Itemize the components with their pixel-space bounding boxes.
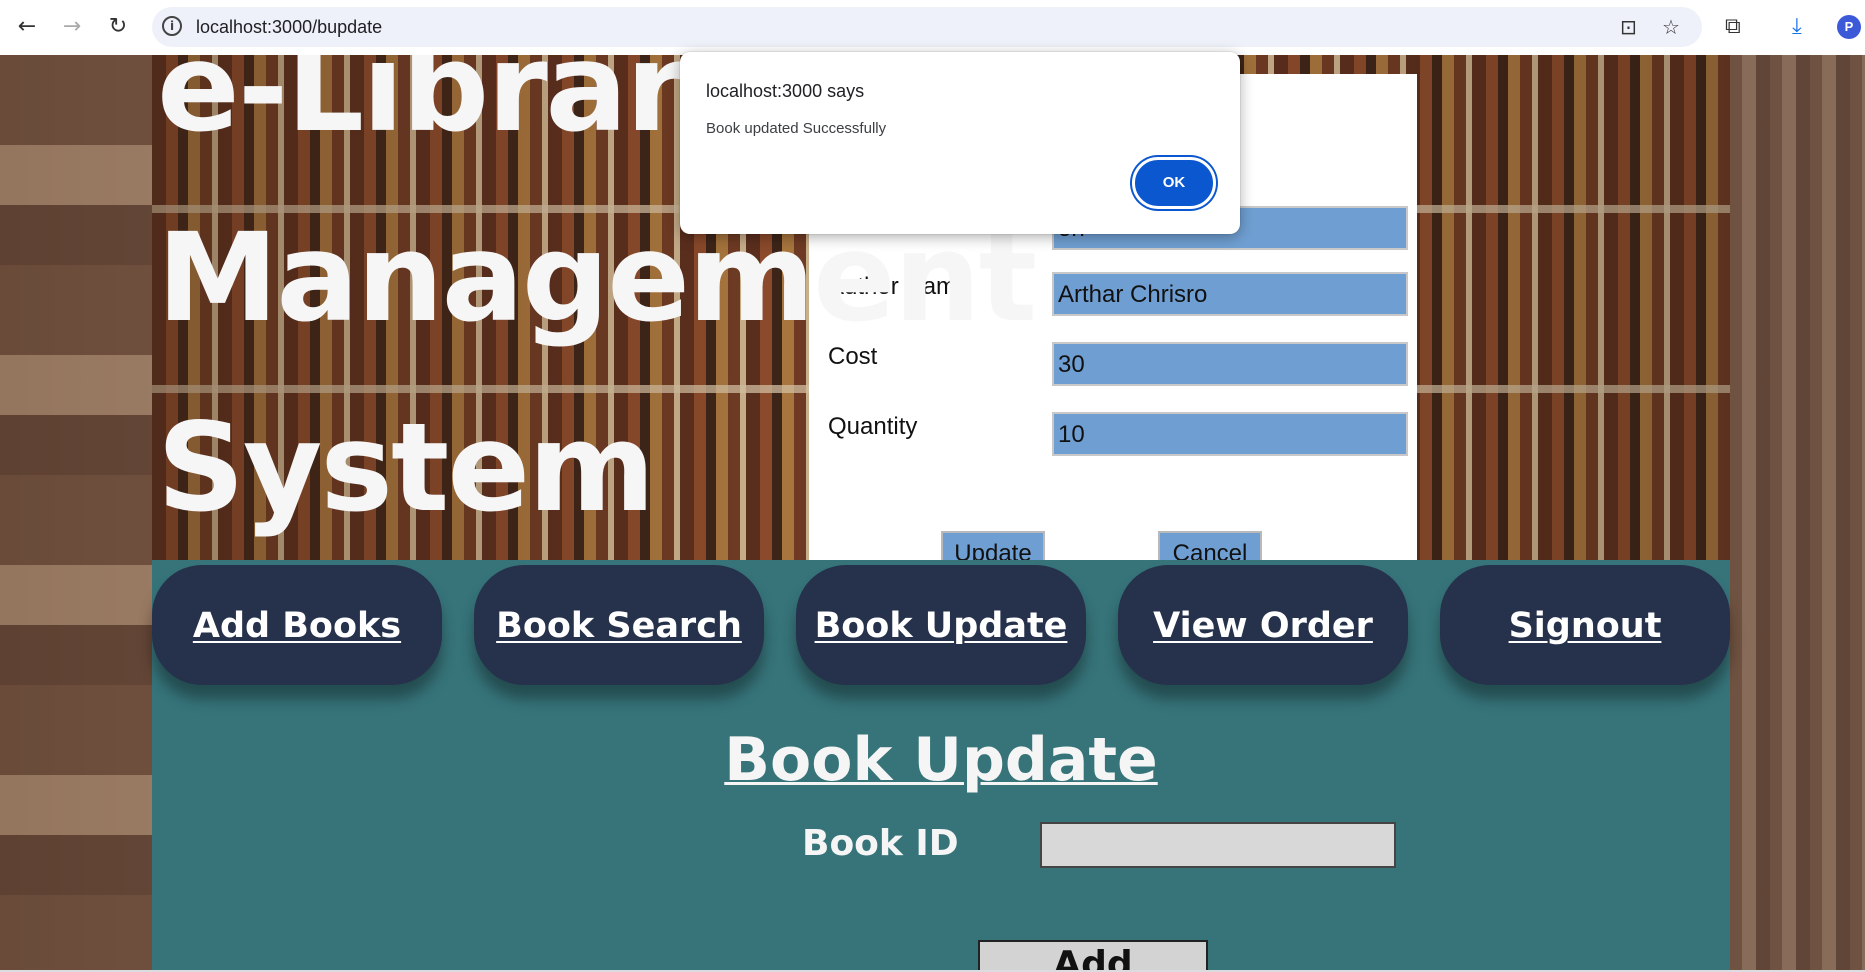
- nav-book-search[interactable]: Book Search: [474, 565, 764, 685]
- nav-view-order[interactable]: View Order: [1118, 565, 1408, 685]
- dialog-title: localhost:3000 says: [706, 81, 865, 101]
- extensions-icon[interactable]: ⧉: [1725, 12, 1741, 42]
- background-library-left: [0, 55, 152, 970]
- quantity-input[interactable]: [1052, 412, 1408, 456]
- forward-icon[interactable]: →: [57, 12, 87, 42]
- book-id-input[interactable]: [1040, 822, 1396, 868]
- title-line-1: e-Library: [157, 55, 763, 159]
- back-icon[interactable]: ←: [12, 12, 42, 42]
- dialog-ok-button[interactable]: OK: [1132, 157, 1216, 209]
- nav-book-update[interactable]: Book Update: [796, 565, 1086, 685]
- author-name-input[interactable]: [1052, 272, 1408, 316]
- nav-signout[interactable]: Signout: [1440, 565, 1730, 685]
- book-id-label: Book ID: [802, 823, 959, 864]
- browser-toolbar: ← → ↻ i localhost:3000/bupdate ⊡ ☆ ⧉ ⤓ P: [0, 0, 1865, 55]
- add-button[interactable]: Add: [978, 940, 1208, 970]
- main-navigation: Add Books Book Search Book Update View O…: [152, 560, 1730, 970]
- title-line-3: System: [157, 397, 655, 539]
- background-library-right: [1730, 55, 1865, 970]
- bookmark-star-icon[interactable]: ☆: [1662, 15, 1680, 39]
- dialog-message: Book updated Successfully: [706, 120, 887, 137]
- install-app-icon[interactable]: ⊡: [1620, 15, 1637, 39]
- alert-dialog: localhost:3000 says Book updated Success…: [680, 52, 1240, 234]
- section-title: Book Update: [724, 725, 1158, 795]
- nav-add-books[interactable]: Add Books: [152, 565, 442, 685]
- reload-icon[interactable]: ↻: [103, 12, 133, 42]
- download-icon[interactable]: ⤓: [1792, 12, 1802, 42]
- cost-input[interactable]: [1052, 342, 1408, 386]
- profile-avatar[interactable]: P: [1837, 15, 1861, 39]
- site-info-icon[interactable]: i: [162, 16, 182, 36]
- url-text[interactable]: localhost:3000/bupdate: [196, 17, 382, 37]
- address-bar[interactable]: i localhost:3000/bupdate ⊡ ☆: [152, 7, 1702, 47]
